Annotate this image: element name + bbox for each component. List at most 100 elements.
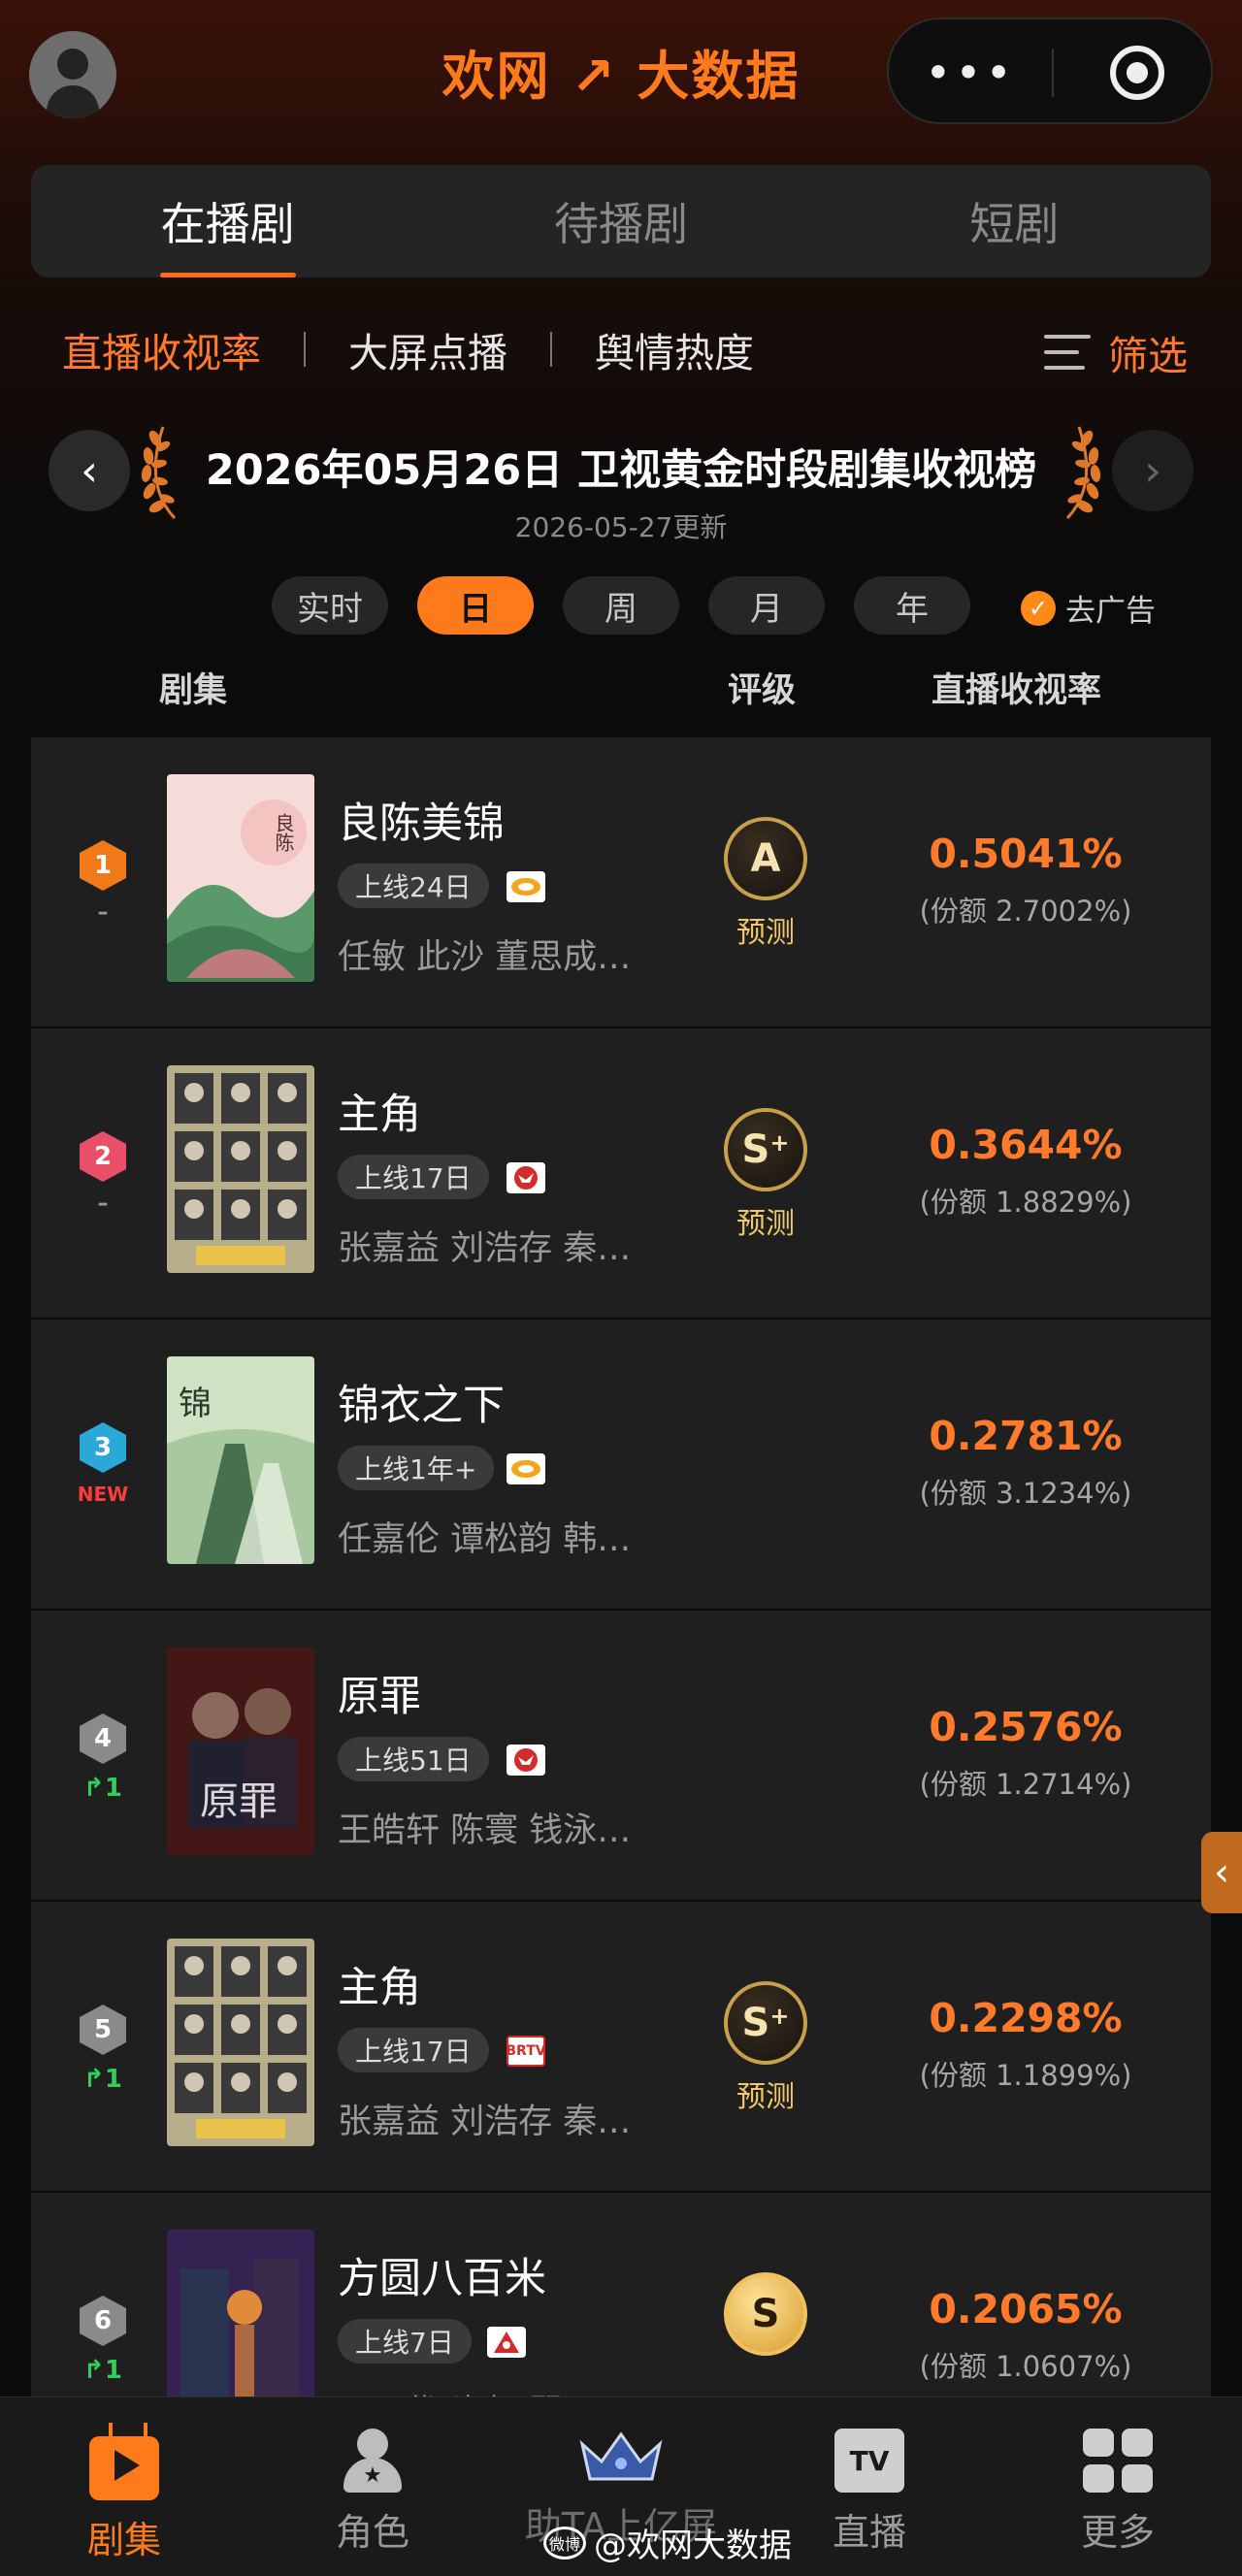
person-star-icon: ★ bbox=[338, 2429, 408, 2493]
table-row[interactable]: 6 ↱1 方圆八百米 上线7日 王子优 许凯 翟羽… S 0.2065% (份额… bbox=[31, 2193, 1211, 2397]
nav-roles[interactable]: ★ 角色 bbox=[248, 2397, 497, 2576]
weibo-logo-icon: 微博 bbox=[543, 2526, 586, 2560]
svg-text:原罪: 原罪 bbox=[200, 1779, 278, 1824]
weibo-handle: @欢网大数据 bbox=[594, 2527, 792, 2565]
cast-list: 张嘉益 刘浩存 秦… bbox=[338, 2103, 632, 2141]
ranking-list: 1 – 良陈 良陈美锦 上线24日 任敏 此沙 董思成… A 预测 0.5041… bbox=[31, 737, 1211, 2397]
live-rating-value: 0.2065% bbox=[929, 2286, 1123, 2332]
show-title[interactable]: 主角 bbox=[338, 1081, 421, 1141]
show-title[interactable]: 主角 bbox=[338, 1954, 421, 2014]
rank-badge: 2 bbox=[80, 1131, 126, 1182]
period-realtime[interactable]: 实时 bbox=[272, 576, 388, 635]
table-row[interactable]: 5 ↱1 主角 上线17日 BRTV 张嘉益 刘浩存 秦… S + 预测 0.22… bbox=[31, 1902, 1211, 2191]
online-days-tag: 上线51日 bbox=[338, 1737, 489, 1781]
column-header-grade: 评级 bbox=[728, 671, 797, 710]
online-days-tag: 上线17日 bbox=[338, 1155, 489, 1199]
tab-short-drama[interactable]: 短剧 bbox=[818, 165, 1211, 277]
table-row[interactable]: 1 – 良陈 良陈美锦 上线24日 任敏 此沙 董思成… A 预测 0.5041… bbox=[31, 737, 1211, 1027]
predict-label: 预测 bbox=[736, 1207, 795, 1241]
rank-change-new: NEW bbox=[77, 1483, 129, 1506]
subnav-live-rating[interactable]: 直播收视率 bbox=[62, 320, 261, 378]
rank-change-up: ↱1 bbox=[83, 2356, 122, 2385]
tab-airing[interactable]: 在播剧 bbox=[31, 165, 424, 277]
avatar[interactable] bbox=[29, 31, 116, 118]
period-selector: 实时 日 周 月 年 bbox=[272, 576, 970, 635]
table-row[interactable]: 2 – 主角 上线17日 张嘉益 刘浩存 秦… S + 预测 0.3644% (份… bbox=[31, 1028, 1211, 1318]
market-share-value: (份额 3.1234%) bbox=[919, 1477, 1132, 1510]
cast-list: 王子优 许凯 翟羽… bbox=[338, 2385, 668, 2397]
side-collapse-button[interactable]: ‹ bbox=[1201, 1832, 1242, 1913]
cast-list: 任敏 此沙 董思成… bbox=[338, 938, 632, 977]
ranking-update-time: 2026-05-27更新 bbox=[514, 511, 728, 543]
market-share-value: (份额 1.2714%) bbox=[919, 1768, 1132, 1801]
poster-image[interactable] bbox=[167, 1065, 314, 1273]
market-share-value: (份额 1.8829%) bbox=[919, 1186, 1132, 1219]
svg-text:良陈: 良陈 bbox=[272, 813, 295, 852]
rank-change-up: ↱1 bbox=[83, 1774, 122, 1803]
app-logo: 欢网 ↗ 大数据 bbox=[441, 45, 801, 107]
period-week[interactable]: 周 bbox=[563, 576, 679, 635]
nav-label: 角色 bbox=[335, 2511, 409, 2554]
column-header-show: 剧集 bbox=[159, 671, 228, 710]
period-year[interactable]: 年 bbox=[854, 576, 970, 635]
poster-image[interactable] bbox=[167, 2230, 314, 2397]
poster-image[interactable]: 原罪 bbox=[167, 1647, 314, 1855]
show-title[interactable]: 锦衣之下 bbox=[338, 1372, 505, 1432]
market-share-value: (份额 1.0607%) bbox=[919, 2350, 1132, 2383]
cctv-logo-icon bbox=[507, 1745, 545, 1776]
grade-badge: S + bbox=[724, 1108, 807, 1191]
tab-upcoming[interactable]: 待播剧 bbox=[424, 165, 817, 277]
prev-date-button[interactable]: ‹ bbox=[49, 430, 130, 511]
remove-ads-toggle[interactable]: ✓ 去广告 bbox=[1021, 586, 1156, 630]
live-rating-value: 0.2576% bbox=[929, 1704, 1123, 1750]
online-days-tag: 上线7日 bbox=[338, 2319, 472, 2364]
rank-badge: 3 bbox=[80, 1422, 126, 1473]
subnav-public-opinion[interactable]: 舆情热度 bbox=[595, 320, 754, 378]
live-tv-icon: TV bbox=[834, 2429, 904, 2493]
period-day[interactable]: 日 bbox=[417, 576, 534, 635]
nav-dramas[interactable]: 剧集 bbox=[0, 2397, 248, 2576]
cast-list: 王皓轩 陈寰 钱泳… bbox=[338, 1811, 632, 1850]
close-mini-program-icon[interactable] bbox=[1110, 46, 1164, 100]
market-share-value: (份额 2.7002%) bbox=[919, 895, 1132, 928]
online-days-tag: 上线1年+ bbox=[338, 1446, 495, 1490]
nav-label: 更多 bbox=[1080, 2511, 1155, 2554]
nav-more[interactable]: 更多 bbox=[994, 2397, 1242, 2576]
rank-change-up: ↱1 bbox=[83, 2065, 122, 2094]
poster-image[interactable]: 锦 bbox=[167, 1356, 314, 1564]
show-title[interactable]: 方圆八百米 bbox=[338, 2245, 546, 2305]
predict-label: 预测 bbox=[736, 916, 795, 950]
poster-image[interactable] bbox=[167, 1939, 314, 2146]
rank-badge: 4 bbox=[80, 1713, 126, 1764]
show-title[interactable]: 原罪 bbox=[338, 1663, 421, 1723]
filter-button[interactable]: 筛选 bbox=[1044, 323, 1188, 381]
live-rating-value: 0.5041% bbox=[929, 831, 1123, 877]
next-date-button[interactable]: › bbox=[1112, 430, 1193, 511]
predict-label: 预测 bbox=[736, 2080, 795, 2114]
live-rating-value: 0.2298% bbox=[929, 1995, 1123, 2041]
crown-icon bbox=[579, 2431, 663, 2481]
subnav-divider bbox=[304, 332, 306, 367]
show-title[interactable]: 良陈美锦 bbox=[338, 790, 505, 850]
mini-program-capsule: ••• bbox=[887, 17, 1213, 124]
more-menu-button[interactable]: ••• bbox=[889, 19, 1052, 126]
cast-list: 张嘉益 刘浩存 秦… bbox=[338, 1229, 632, 1268]
hunan-tv-logo-icon bbox=[507, 871, 545, 902]
subnav-big-screen-vod[interactable]: 大屏点播 bbox=[348, 320, 507, 378]
table-row[interactable]: 3 NEW 锦 锦衣之下 上线1年+ 任嘉伦 谭松韵 韩… 0.2781% (份… bbox=[31, 1320, 1211, 1609]
period-month[interactable]: 月 bbox=[708, 576, 825, 635]
grid-more-icon bbox=[1083, 2429, 1153, 2493]
poster-image[interactable]: 良陈 bbox=[167, 774, 314, 982]
subnav-divider bbox=[550, 332, 552, 367]
grade-badge: A bbox=[724, 817, 807, 900]
drama-tabs: 在播剧 待播剧 短剧 bbox=[31, 165, 1211, 277]
ranking-title: 2026年05月26日 卫视黄金时段剧集收视榜 bbox=[205, 446, 1037, 495]
table-row[interactable]: 4 ↱1 原罪 原罪 上线51日 王皓轩 陈寰 钱泳… 0.2576% (份额 … bbox=[31, 1611, 1211, 1900]
grade-badge: S + bbox=[724, 1981, 807, 2065]
dragon-tv-logo-icon bbox=[487, 2327, 526, 2358]
remove-ads-label: 去广告 bbox=[1065, 594, 1156, 629]
brtv-logo-icon: BRTV bbox=[506, 2036, 546, 2067]
cast-list: 任嘉伦 谭松韵 韩… bbox=[338, 1520, 632, 1559]
capsule-divider bbox=[1052, 49, 1054, 97]
weibo-watermark: 微博 @欢网大数据 bbox=[543, 2519, 792, 2566]
